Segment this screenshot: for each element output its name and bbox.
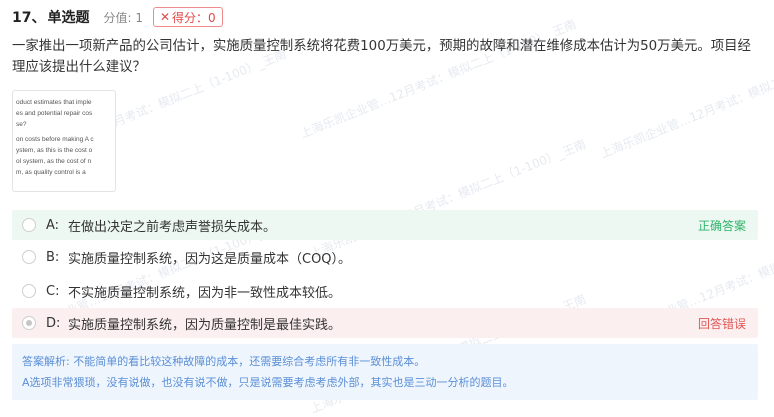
radio-button[interactable] [22,284,36,298]
option-text: 实施质量控制系统，因为这是质量成本（COQ）。 [68,251,352,267]
thumbnail-text-line: m, as quality control is a [16,169,86,176]
question-header: 17、 单选题 分值: 1 ✕ 得分：0 [12,6,223,28]
analysis-line-1: 答案解析: 不能简单的看比较这种故障的成本，还需要综合考虑所有非一致性成本。 [22,355,426,368]
radio-dot [26,320,32,326]
option-text: 实施质量控制系统，因为质量控制是最佳实践。 [68,317,342,333]
option-text: 在做出决定之前考虑声誉损失成本。 [68,219,277,235]
thumbnail-text-line: ol system, as the cost of n [16,158,92,165]
question-stem: 一家推出一项新产品的公司估计，实施质量控制系统将花费100万美元，预期的故障和潜… [12,39,751,75]
option-d[interactable]: D: 实施质量控制系统，因为质量控制是最佳实践。 回答错误 [12,308,758,338]
radio-button[interactable] [22,218,36,232]
option-letter: D: [46,315,61,331]
option-letter: C: [46,283,60,299]
analysis-line-2: A选项非常猥琐，没有说做，也没有说不做，只是说需要考虑考虑外部，其实也是三动一分… [22,376,514,389]
wrong-answer-tag: 回答错误 [697,316,746,331]
question-image-thumbnail[interactable]: oduct estimates that imple es and potenti… [12,90,116,192]
thumbnail-text-line: se? [16,121,27,128]
radio-button[interactable] [22,250,36,264]
watermark: 上海乐凯企业管…12月考试：模拟二上（1-100）_王南 [298,17,579,141]
option-letter: B: [46,249,60,265]
option-a[interactable]: A: 在做出决定之前考虑声誉损失成本。 正确答案 [12,210,758,240]
thumbnail-text-line: ystem, as this is the cost o [16,147,93,154]
correct-answer-tag: 正确答案 [697,218,746,233]
radio-button-selected[interactable] [22,316,36,330]
thumbnail-text-line: on costs before making A c [16,136,94,143]
option-c[interactable]: C: 不实施质量控制系统，因为非一致性成本较低。 [12,276,758,306]
thumbnail-text-line: oduct estimates that imple [16,99,92,106]
option-text: 不实施质量控制系统，因为非一致性成本较低。 [68,285,342,301]
question-number: 17、 [12,10,46,26]
option-b[interactable]: B: 实施质量控制系统，因为这是质量成本（COQ）。 [12,242,758,272]
option-letter: A: [46,217,60,233]
score-text: 得分：0 [172,10,216,25]
thumbnail-text-line: es and potential repair cos [16,110,93,117]
score-badge: ✕ 得分：0 [152,7,223,27]
answer-analysis: 答案解析: 不能简单的看比较这种故障的成本，还需要综合考虑所有非一致性成本。 A… [12,344,758,400]
question-type: 单选题 [47,10,90,26]
question-points: 分值: 1 [103,10,143,25]
close-icon: ✕ [159,10,171,24]
